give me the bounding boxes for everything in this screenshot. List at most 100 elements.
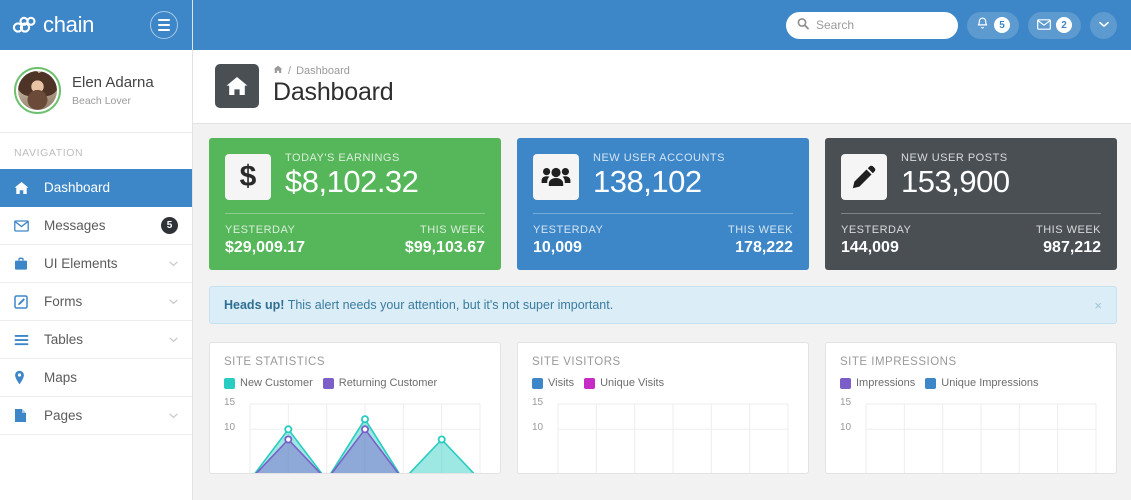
brand-logo[interactable]: chain	[12, 12, 94, 38]
alert-banner: Heads up! This alert needs your attentio…	[209, 286, 1117, 324]
stat-card-right-label: THIS WEEK	[728, 224, 793, 236]
chevron-down-icon	[169, 335, 178, 345]
sidebar-toggle-button[interactable]	[150, 11, 178, 39]
chain-links-icon	[12, 16, 38, 34]
chart-panel-site-impressions: SITE IMPRESSIONS Impressions Unique Impres…	[825, 342, 1117, 474]
profile-subtitle: Beach Lover	[72, 95, 154, 108]
stat-card-value: 153,900	[901, 165, 1101, 198]
hamburger-icon-line	[158, 19, 170, 21]
sidebar-item-label: Pages	[44, 408, 169, 423]
breadcrumb-separator: /	[288, 65, 291, 77]
alert-message: This alert needs your attention, but it'…	[288, 298, 613, 312]
chart-point	[439, 436, 445, 442]
chart-panel-title: SITE IMPRESSIONS	[840, 356, 1102, 368]
legend-swatch	[925, 378, 936, 389]
sidebar-item-ui-elements[interactable]: UI Elements	[0, 245, 192, 283]
stat-card-left-value: 144,009	[841, 239, 911, 257]
sidebar-item-messages[interactable]: Messages5	[0, 207, 192, 245]
y-axis-tick: 10	[224, 422, 235, 433]
dollar-icon: $	[225, 154, 271, 200]
y-axis-tick: 15	[224, 397, 235, 408]
stat-card-todays-earnings: $TODAY'S EARNINGS$8,102.32YESTERDAY$29,0…	[209, 138, 501, 270]
hamburger-icon-line	[158, 29, 170, 31]
stat-card-right-label: THIS WEEK	[1036, 224, 1101, 236]
sidebar-logo-bar: chain	[0, 0, 192, 50]
sidebar-item-label: Tables	[44, 332, 169, 347]
sidebar-item-label: Messages	[44, 218, 161, 233]
alert-text: Heads up! This alert needs your attentio…	[224, 298, 613, 312]
legend-item[interactable]: Visits	[532, 377, 574, 389]
page-header-home-icon	[215, 64, 259, 108]
messages-button[interactable]: 2	[1028, 12, 1081, 39]
sidebar-item-tables[interactable]: Tables	[0, 321, 192, 359]
sidebar-item-maps[interactable]: Maps	[0, 359, 192, 397]
page-title: Dashboard	[273, 78, 394, 107]
notifications-button[interactable]: 5	[967, 12, 1019, 39]
envelope-icon	[14, 220, 34, 232]
legend-label: New Customer	[240, 377, 313, 389]
briefcase-icon	[14, 257, 34, 271]
stat-card-new-user-posts: NEW USER POSTS153,900YESTERDAY144,009THI…	[825, 138, 1117, 270]
legend-swatch	[840, 378, 851, 389]
breadcrumb-current[interactable]: Dashboard	[296, 65, 350, 77]
top-bar: 5 2	[193, 0, 1131, 50]
legend-label: Visits	[548, 377, 574, 389]
breadcrumb-home-icon[interactable]	[273, 65, 283, 77]
file-icon	[14, 408, 34, 423]
envelope-icon	[1037, 18, 1051, 33]
chart-panel-site-visitors: SITE VISITORS Visits Unique Visits 15 10	[517, 342, 809, 474]
stat-card-divider	[841, 213, 1101, 214]
avatar	[14, 67, 61, 114]
sidebar-item-dashboard[interactable]: Dashboard	[0, 169, 192, 207]
sidebar: chain Elen Adarna Beach Lover NAVIGATION…	[0, 0, 193, 500]
list-icon	[14, 334, 34, 346]
legend-item[interactable]: Returning Customer	[323, 377, 437, 389]
chart-point	[362, 416, 368, 422]
legend-label: Unique Impressions	[941, 377, 1038, 389]
alert-close-button[interactable]: ×	[1094, 299, 1102, 312]
sidebar-item-pages[interactable]: Pages	[0, 397, 192, 435]
legend-item[interactable]: Unique Impressions	[925, 377, 1038, 389]
sidebar-item-label: Dashboard	[44, 180, 178, 195]
legend-label: Impressions	[856, 377, 915, 389]
y-axis-tick: 10	[840, 422, 851, 433]
y-axis-tick: 10	[532, 422, 543, 433]
sidebar-item-forms[interactable]: Forms	[0, 283, 192, 321]
chart-panels-row: SITE STATISTICS New Customer Returning Cus…	[209, 342, 1117, 474]
legend-item[interactable]: Unique Visits	[584, 377, 664, 389]
chart-legend: Impressions Unique Impressions	[840, 377, 1102, 389]
stat-card-left-label: YESTERDAY	[533, 224, 603, 236]
chart-panel-site-statistics: SITE STATISTICS New Customer Returning Cus…	[209, 342, 501, 474]
legend-item[interactable]: Impressions	[840, 377, 915, 389]
chevron-down-icon	[169, 297, 178, 307]
stat-card-label: TODAY'S EARNINGS	[285, 152, 485, 164]
search-input[interactable]	[786, 12, 958, 39]
chart-point	[285, 426, 291, 432]
search-box	[786, 12, 958, 39]
chevron-down-icon	[1099, 20, 1109, 30]
y-axis-tick: 15	[532, 397, 543, 408]
stat-card-left-value: 10,009	[533, 239, 603, 257]
y-axis-tick: 15	[840, 397, 851, 408]
edit-icon	[14, 295, 34, 309]
sidebar-item-badge: 5	[161, 217, 178, 234]
map-pin-icon	[14, 370, 34, 385]
sidebar-nav: DashboardMessages5UI ElementsFormsTables…	[0, 169, 192, 435]
pencil-icon	[841, 154, 887, 200]
user-profile[interactable]: Elen Adarna Beach Lover	[0, 50, 192, 133]
brand-name: chain	[43, 12, 94, 38]
stat-card-divider	[225, 213, 485, 214]
legend-swatch	[224, 378, 235, 389]
chart-panel-title: SITE STATISTICS	[224, 356, 486, 368]
stat-card-right-value: 987,212	[1036, 239, 1101, 257]
user-menu-button[interactable]	[1090, 12, 1117, 39]
legend-swatch	[532, 378, 543, 389]
stat-card-left-label: YESTERDAY	[841, 224, 911, 236]
legend-swatch	[323, 378, 334, 389]
chart-plot: 1510	[840, 400, 1102, 474]
page-header: / Dashboard Dashboard	[193, 50, 1131, 124]
chart-panel-title: SITE VISITORS	[532, 356, 794, 368]
chart-plot: 1510	[224, 400, 486, 474]
legend-item[interactable]: New Customer	[224, 377, 313, 389]
page-content: $TODAY'S EARNINGS$8,102.32YESTERDAY$29,0…	[193, 124, 1131, 474]
